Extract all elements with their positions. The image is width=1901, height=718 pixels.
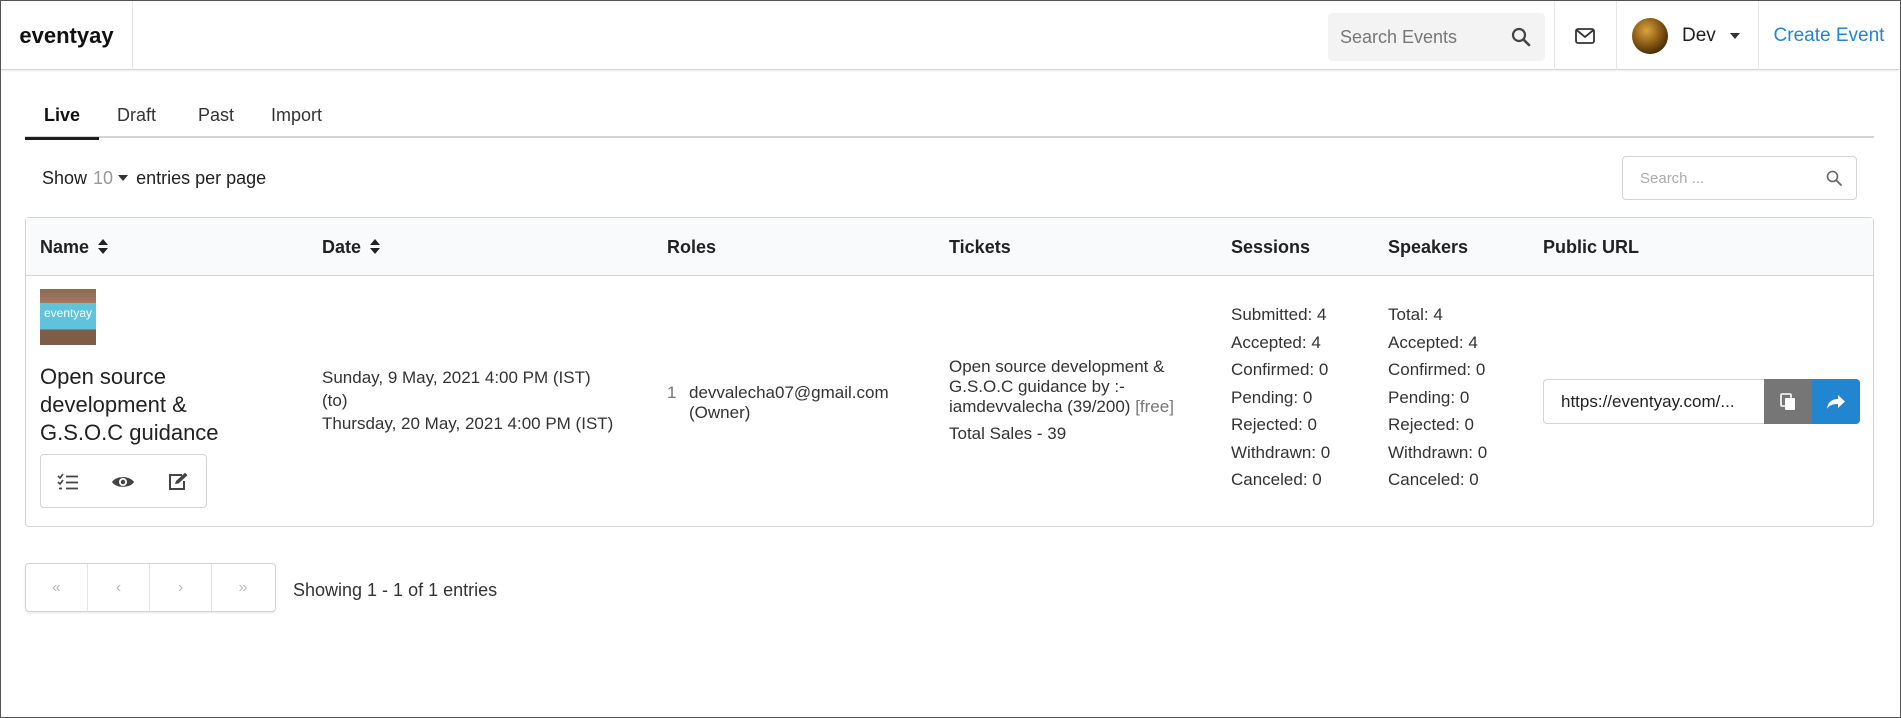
role-type: (Owner) (689, 403, 751, 422)
events-table: Name Date Roles Tickets Sessions Speaker… (25, 217, 1874, 527)
speaker-stat: Withdrawn: 0 (1388, 442, 1488, 462)
entries-suffix: entries per page (136, 167, 267, 188)
sort-icon[interactable] (98, 239, 109, 255)
role-email: devvalecha07@gmail.com (689, 383, 889, 402)
thumbnail-text: eventyay (43, 306, 93, 320)
last-page-button[interactable]: » (212, 564, 274, 611)
speaker-stat: Rejected: 0 (1388, 415, 1474, 434)
speaker-stat: Canceled: 0 (1388, 470, 1479, 489)
speaker-stat: Accepted: 4 (1388, 332, 1478, 352)
share-url-button[interactable] (1812, 379, 1860, 424)
per-page-select[interactable]: 10 (93, 168, 113, 189)
mail-icon (1575, 27, 1595, 44)
event-search-input[interactable] (1328, 13, 1508, 61)
copy-url-button[interactable] (1764, 379, 1812, 424)
top-navbar: eventyay Dev Create Event (1, 1, 1899, 70)
showing-entries-text: Showing 1 - 1 of 1 entries (293, 580, 498, 600)
chevron-down-icon (1729, 32, 1740, 39)
event-tabs: Live Draft Past Import (25, 93, 1874, 140)
column-name[interactable]: Name (40, 218, 109, 276)
next-page-button[interactable]: › (150, 564, 212, 611)
column-name-label: Name (40, 236, 90, 257)
column-public-url: Public URL (1543, 236, 1640, 257)
session-stat: Accepted: 4 (1231, 332, 1321, 352)
date-to: (to) (322, 391, 348, 410)
tab-past[interactable]: Past (179, 93, 253, 138)
event-speakers: Total: 4 Accepted: 4 Confirmed: 0 Pendin… (1388, 301, 1528, 494)
eye-icon (112, 477, 134, 487)
tab-draft[interactable]: Draft (98, 93, 175, 138)
public-url-field[interactable] (1543, 379, 1764, 424)
avatar (1632, 17, 1668, 54)
share-icon (1827, 394, 1845, 409)
preview-button[interactable] (108, 467, 138, 497)
session-stat: Withdrawn: 0 (1231, 442, 1331, 462)
session-stat: Rejected: 0 (1231, 415, 1317, 434)
show-label: Show (42, 167, 88, 188)
role-index: 1 (667, 383, 677, 402)
session-stat: Pending: 0 (1231, 387, 1313, 407)
search-icon[interactable] (1511, 27, 1531, 47)
brand-logo[interactable]: eventyay (1, 1, 133, 70)
column-speakers: Speakers (1388, 236, 1469, 257)
user-menu[interactable]: Dev (1617, 1, 1757, 70)
notifications-button[interactable] (1555, 1, 1615, 70)
edit-button[interactable] (163, 467, 193, 497)
event-sessions: Submitted: 4 Accepted: 4 Confirmed: 0 Pe… (1231, 301, 1371, 494)
column-tickets: Tickets (949, 236, 1011, 257)
column-roles: Roles (667, 236, 717, 257)
entries-per-page: Show 10 entries per page (42, 165, 266, 191)
sort-icon[interactable] (370, 239, 381, 255)
public-url-group (1543, 379, 1860, 424)
event-roles: devvalecha07@gmail.com (Owner) (689, 381, 909, 421)
session-stat: Submitted: 4 (1231, 305, 1327, 324)
speaker-stat: Total: 4 (1388, 305, 1443, 324)
first-page-button[interactable]: « (26, 564, 88, 611)
ticket-price: [free] (1135, 397, 1174, 416)
event-tickets: Open source development & G.S.O.C guidan… (949, 357, 1189, 445)
search-icon[interactable] (1826, 170, 1842, 186)
tab-import[interactable]: Import (252, 93, 341, 138)
column-date-label: Date (322, 236, 362, 257)
chevron-down-icon[interactable] (118, 175, 129, 181)
edit-icon (169, 472, 188, 490)
speaker-stat: Confirmed: 0 (1388, 360, 1486, 379)
task-list-icon (57, 473, 78, 490)
table-header: Name Date Roles Tickets Sessions Speaker… (26, 218, 1873, 276)
create-event-link[interactable]: Create Event (1759, 1, 1899, 70)
pagination: « ‹ › » (25, 563, 276, 612)
tab-live[interactable]: Live (25, 93, 100, 140)
session-stat: Canceled: 0 (1231, 470, 1322, 489)
date-start: Sunday, 9 May, 2021 4:00 PM (IST) (322, 368, 591, 387)
date-end: Thursday, 20 May, 2021 4:00 PM (IST) (322, 414, 614, 433)
event-search (1328, 13, 1545, 61)
copy-icon (1780, 392, 1795, 410)
ticket-info: Open source development & G.S.O.C guidan… (949, 357, 1189, 417)
total-sales: Total Sales - 39 (949, 424, 1067, 443)
table-search (1622, 156, 1857, 200)
event-thumbnail[interactable]: eventyay (40, 289, 96, 345)
user-name: Dev (1682, 24, 1716, 46)
session-stat: Confirmed: 0 (1231, 360, 1329, 379)
event-name[interactable]: Open source development & G.S.O.C guidan… (40, 363, 270, 447)
ticket-description: Open source development & G.S.O.C guidan… (949, 357, 1165, 416)
speaker-stat: Pending: 0 (1388, 387, 1470, 407)
event-actions (40, 454, 207, 508)
dashboard-button[interactable] (53, 467, 83, 497)
column-date[interactable]: Date (322, 218, 381, 276)
column-sessions: Sessions (1231, 236, 1311, 257)
previous-page-button[interactable]: ‹ (88, 564, 150, 611)
event-date: Sunday, 9 May, 2021 4:00 PM (IST) (to) T… (322, 366, 622, 435)
table-search-input[interactable] (1623, 157, 1823, 199)
